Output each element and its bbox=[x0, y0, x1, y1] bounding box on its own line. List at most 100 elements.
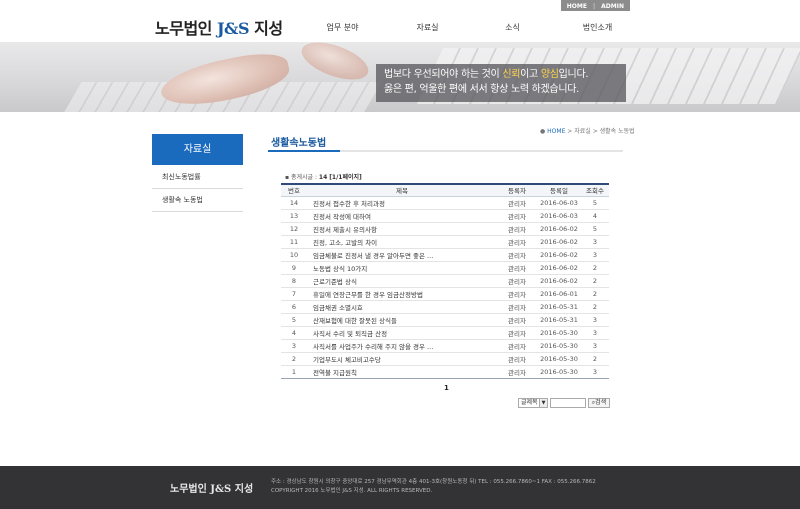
main-nav: 업무 분야 자료실 소식 법인소개 bbox=[300, 22, 640, 33]
row-title-link[interactable]: 진정서 작성에 대하여 bbox=[307, 209, 497, 223]
row-date: 2016-06-02 bbox=[537, 235, 581, 249]
row-title-link[interactable]: 진정, 고소, 고발의 차이 bbox=[307, 235, 497, 249]
footer-address: 주소 : 경상남도 창원시 의창구 중앙대로 257 경남무역회관 4층 401… bbox=[271, 479, 596, 485]
nav-item-archive[interactable]: 자료실 bbox=[385, 22, 470, 33]
table-row[interactable]: 2 기업부도시 체고비고수당 관리자 2016-05-30 2 bbox=[281, 352, 609, 366]
row-views: 2 bbox=[581, 300, 609, 314]
breadcrumb-home[interactable]: HOME bbox=[547, 128, 565, 135]
row-date: 2016-05-31 bbox=[537, 300, 581, 314]
row-title-link[interactable]: 기업부도시 체고비고수당 bbox=[307, 352, 497, 366]
row-date: 2016-05-30 bbox=[537, 352, 581, 366]
row-views: 2 bbox=[581, 261, 609, 275]
row-views: 5 bbox=[581, 196, 609, 210]
row-date: 2016-06-02 bbox=[537, 261, 581, 275]
row-views: 2 bbox=[581, 274, 609, 288]
col-title: 제목 bbox=[307, 183, 497, 197]
row-views: 2 bbox=[581, 352, 609, 366]
table-row[interactable]: 11 진정, 고소, 고발의 차이 관리자 2016-06-02 3 bbox=[281, 235, 609, 249]
col-views: 조회수 bbox=[581, 183, 609, 197]
footer: 노무법인 J&S 지성 주소 : 경상남도 창원시 의창구 중앙대로 257 경… bbox=[0, 466, 800, 509]
table-row[interactable]: 3 사직서를 사업주가 수리해 주지 않을 경우 ... 관리자 2016-05-30… bbox=[281, 339, 609, 353]
sidebar-menu: 최신노동법률 생활속 노동법 bbox=[152, 166, 243, 212]
nav-item-services[interactable]: 업무 분야 bbox=[300, 22, 385, 33]
logo-text-js: J&S bbox=[216, 19, 250, 38]
row-date: 2016-06-02 bbox=[537, 248, 581, 262]
sidebar-title: 자료실 bbox=[152, 134, 243, 165]
row-title-link[interactable]: 사직서를 사업주가 수리해 주지 않을 경우 ... bbox=[307, 339, 497, 353]
row-author: 관리자 bbox=[497, 261, 537, 275]
row-date: 2016-06-03 bbox=[537, 209, 581, 223]
site-logo[interactable]: 노무법인 J&S 지성 bbox=[155, 15, 283, 39]
row-number: 14 bbox=[281, 196, 307, 210]
search-button[interactable]: ⌕검색 bbox=[588, 398, 610, 408]
sidebar-item-latest-law[interactable]: 최신노동법률 bbox=[152, 166, 243, 189]
table-row[interactable]: 9 노동법 상식 10가지 관리자 2016-06-02 2 bbox=[281, 261, 609, 275]
page-number-current[interactable]: 1 bbox=[444, 384, 449, 392]
row-author: 관리자 bbox=[497, 339, 537, 353]
table-row[interactable]: 4 사직서 수리 및 퇴직금 산정 관리자 2016-05-30 3 bbox=[281, 326, 609, 340]
row-number: 9 bbox=[281, 261, 307, 275]
table-row[interactable]: 13 진정서 작성에 대하여 관리자 2016-06-03 4 bbox=[281, 209, 609, 223]
table-row[interactable]: 14 진정서 접수한 후 처리과정 관리자 2016-06-03 5 bbox=[281, 196, 609, 210]
slogan-line-2: 옳은 편, 억울한 편에 서서 항상 노력 하겠습니다. bbox=[384, 84, 580, 95]
row-author: 관리자 bbox=[497, 326, 537, 340]
row-number: 3 bbox=[281, 339, 307, 353]
hero-slogan: 법보다 우선되어야 하는 것이 신뢰이고 양심입니다. 옳은 편, 억울한 편에… bbox=[376, 64, 626, 102]
nav-item-news[interactable]: 소식 bbox=[470, 22, 555, 33]
row-date: 2016-05-30 bbox=[537, 365, 581, 379]
row-date: 2016-05-30 bbox=[537, 339, 581, 353]
row-title-link[interactable]: 진정서 접수한 후 처리과정 bbox=[307, 196, 497, 210]
table-row[interactable]: 10 임금체불로 진정서 낼 경우 알아두면 좋은 ... 관리자 2016-06-0… bbox=[281, 248, 609, 262]
table-row[interactable]: 1 전역불 지급원칙 관리자 2016-05-30 3 bbox=[281, 365, 609, 379]
row-date: 2016-06-02 bbox=[537, 274, 581, 288]
page-title: 생활속노동법 bbox=[271, 138, 327, 149]
row-views: 3 bbox=[581, 235, 609, 249]
row-author: 관리자 bbox=[497, 352, 537, 366]
row-views: 3 bbox=[581, 365, 609, 379]
total-count: ▪ 총게시글 : 14 [1/1페이지] bbox=[285, 174, 362, 181]
search-form: 글제목 ▼ ⌕검색 bbox=[518, 398, 610, 408]
breadcrumb: ● HOME > 자료실 > 생활속 노동법 bbox=[540, 128, 635, 135]
row-title-link[interactable]: 임금체불로 진정서 낼 경우 알아두면 좋은 ... bbox=[307, 248, 497, 262]
col-date: 등록일 bbox=[537, 183, 581, 197]
row-author: 관리자 bbox=[497, 222, 537, 236]
table-row[interactable]: 6 임금채권 소멸시효 관리자 2016-05-31 2 bbox=[281, 300, 609, 314]
row-author: 관리자 bbox=[497, 313, 537, 327]
row-title-link[interactable]: 노동법 상식 10가지 bbox=[307, 261, 497, 275]
row-number: 1 bbox=[281, 365, 307, 379]
row-views: 3 bbox=[581, 248, 609, 262]
row-number: 5 bbox=[281, 313, 307, 327]
row-title-link[interactable]: 산재보험에 대한 잘못된 상식들 bbox=[307, 313, 497, 327]
post-table: 번호 제목 등록자 등록일 조회수 14 진정서 접수한 후 처리과정 관리자 201… bbox=[281, 183, 609, 379]
row-title-link[interactable]: 임금채권 소멸시효 bbox=[307, 300, 497, 314]
row-views: 5 bbox=[581, 222, 609, 236]
row-title-link[interactable]: 전역불 지급원칙 bbox=[307, 365, 497, 379]
row-title-link[interactable]: 사직서 수리 및 퇴직금 산정 bbox=[307, 326, 497, 340]
table-row[interactable]: 5 산재보험에 대한 잘못된 상식들 관리자 2016-05-31 3 bbox=[281, 313, 609, 327]
row-number: 7 bbox=[281, 287, 307, 301]
home-link[interactable]: HOME bbox=[561, 0, 593, 11]
logo-text-tail: 지성 bbox=[249, 19, 283, 38]
home-icon: ● bbox=[540, 128, 546, 135]
table-row[interactable]: 12 진정서 제출시 유의사항 관리자 2016-06-02 5 bbox=[281, 222, 609, 236]
search-input[interactable] bbox=[550, 398, 586, 408]
row-title-link[interactable]: 근로기준법 상식 bbox=[307, 274, 497, 288]
row-number: 4 bbox=[281, 326, 307, 340]
sidebar-item-daily-law[interactable]: 생활속 노동법 bbox=[152, 189, 243, 212]
pagination: 1 bbox=[444, 384, 449, 392]
row-title-link[interactable]: 휴일에 연장근무를 한 경우 임금산정방법 bbox=[307, 287, 497, 301]
table-row[interactable]: 7 휴일에 연장근무를 한 경우 임금산정방법 관리자 2016-06-01 2 bbox=[281, 287, 609, 301]
nav-item-about[interactable]: 법인소개 bbox=[555, 22, 640, 33]
row-date: 2016-06-03 bbox=[537, 196, 581, 210]
breadcrumb-archive[interactable]: 자료실 bbox=[574, 128, 591, 135]
row-title-link[interactable]: 진정서 제출시 유의사항 bbox=[307, 222, 497, 236]
admin-link[interactable]: ADMIN bbox=[595, 0, 630, 11]
util-bar: HOME | ADMIN bbox=[560, 0, 630, 11]
row-views: 4 bbox=[581, 209, 609, 223]
row-date: 2016-05-30 bbox=[537, 326, 581, 340]
row-date: 2016-05-31 bbox=[537, 313, 581, 327]
table-row[interactable]: 8 근로기준법 상식 관리자 2016-06-02 2 bbox=[281, 274, 609, 288]
hand-image-2 bbox=[296, 42, 374, 88]
search-field-select[interactable]: 글제목 ▼ bbox=[518, 398, 548, 408]
row-author: 관리자 bbox=[497, 287, 537, 301]
